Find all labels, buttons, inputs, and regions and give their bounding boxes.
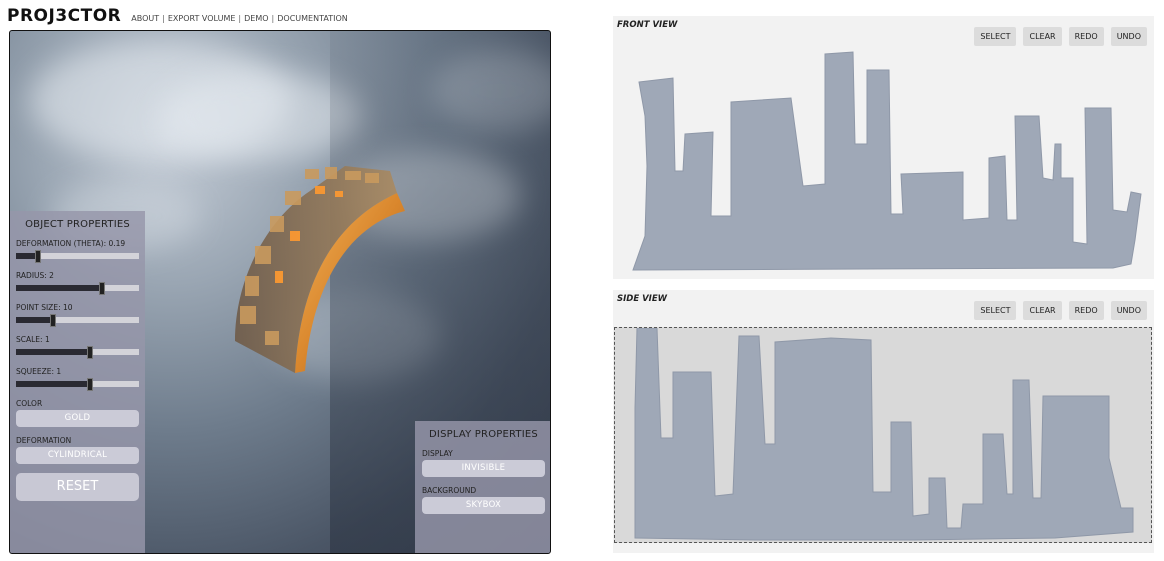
display-properties-panel: DISPLAY PROPERTIES DISPLAY INVISIBLE BAC… bbox=[415, 421, 550, 553]
object-properties-panel: OBJECT PROPERTIES DEFORMATION (THETA): 0… bbox=[10, 211, 145, 553]
slider-thumb[interactable] bbox=[99, 282, 105, 295]
nav-separator: | bbox=[162, 14, 165, 23]
radius-slider[interactable] bbox=[16, 282, 139, 295]
nav-export-volume[interactable]: EXPORT VOLUME bbox=[168, 14, 236, 23]
nav-about[interactable]: ABOUT bbox=[131, 14, 159, 23]
reset-button[interactable]: RESET bbox=[16, 473, 139, 501]
side-view-drawing bbox=[634, 327, 1134, 541]
side-view-toolbar: SELECT CLEAR REDO UNDO bbox=[974, 301, 1147, 320]
point-size-label: POINT SIZE: 10 bbox=[16, 303, 73, 312]
point-size-slider[interactable] bbox=[16, 314, 139, 327]
app-header: PROJ3CTOR ABOUT | EXPORT VOLUME | DEMO |… bbox=[7, 6, 348, 26]
squeeze-slider[interactable] bbox=[16, 378, 139, 391]
display-select-button[interactable]: INVISIBLE bbox=[422, 460, 545, 477]
squeeze-label: SQUEEZE: 1 bbox=[16, 367, 62, 376]
side-view-silhouette bbox=[634, 327, 1134, 541]
side-view-title: SIDE VIEW bbox=[617, 294, 668, 304]
side-view-panel: SIDE VIEW SELECT CLEAR REDO UNDO bbox=[613, 290, 1154, 553]
color-label: COLOR bbox=[16, 399, 43, 408]
radius-label: RADIUS: 2 bbox=[16, 271, 54, 280]
scale-label: SCALE: 1 bbox=[16, 335, 50, 344]
nav-separator: | bbox=[238, 14, 242, 23]
front-view-panel: FRONT VIEW SELECT CLEAR REDO UNDO bbox=[613, 16, 1154, 279]
background-label: BACKGROUND bbox=[422, 486, 477, 495]
deformed-object-3d[interactable] bbox=[215, 161, 415, 401]
deformation-label: DEFORMATION bbox=[16, 436, 72, 445]
brand-logo[interactable]: PROJ3CTOR bbox=[7, 6, 121, 26]
side-clear-button[interactable]: CLEAR bbox=[1023, 301, 1062, 320]
background-select-button[interactable]: SKYBOX bbox=[422, 497, 545, 514]
color-select-button[interactable]: GOLD bbox=[16, 410, 139, 427]
slider-thumb[interactable] bbox=[87, 346, 93, 359]
top-nav: ABOUT | EXPORT VOLUME | DEMO | DOCUMENTA… bbox=[131, 14, 347, 23]
nav-separator: | bbox=[271, 14, 275, 23]
object-block-cluster bbox=[235, 166, 397, 373]
slider-thumb[interactable] bbox=[50, 314, 56, 327]
front-view-canvas[interactable] bbox=[613, 16, 1154, 279]
deformation-theta-label: DEFORMATION (THETA): 0.19 bbox=[16, 239, 126, 248]
slider-fill bbox=[16, 285, 102, 291]
side-redo-button[interactable]: REDO bbox=[1068, 301, 1104, 320]
3d-viewport[interactable]: OBJECT PROPERTIES DEFORMATION (THETA): 0… bbox=[9, 30, 551, 554]
side-undo-button[interactable]: UNDO bbox=[1110, 301, 1147, 320]
display-label: DISPLAY bbox=[422, 449, 453, 458]
front-view-silhouette bbox=[632, 51, 1142, 271]
deformation-select-button[interactable]: CYLINDRICAL bbox=[16, 447, 139, 464]
slider-fill bbox=[16, 317, 53, 323]
scale-slider[interactable] bbox=[16, 346, 139, 359]
slider-fill bbox=[16, 381, 90, 387]
side-select-button[interactable]: SELECT bbox=[974, 301, 1017, 320]
slider-thumb[interactable] bbox=[35, 250, 41, 263]
object-properties-title: OBJECT PROPERTIES bbox=[25, 219, 130, 230]
slider-fill bbox=[16, 349, 90, 355]
side-view-canvas[interactable] bbox=[614, 327, 1152, 543]
deformation-theta-slider[interactable] bbox=[16, 250, 139, 263]
nav-documentation[interactable]: DOCUMENTATION bbox=[277, 14, 347, 23]
display-properties-title: DISPLAY PROPERTIES bbox=[429, 429, 538, 440]
slider-thumb[interactable] bbox=[87, 378, 93, 391]
nav-demo[interactable]: DEMO bbox=[244, 14, 268, 23]
